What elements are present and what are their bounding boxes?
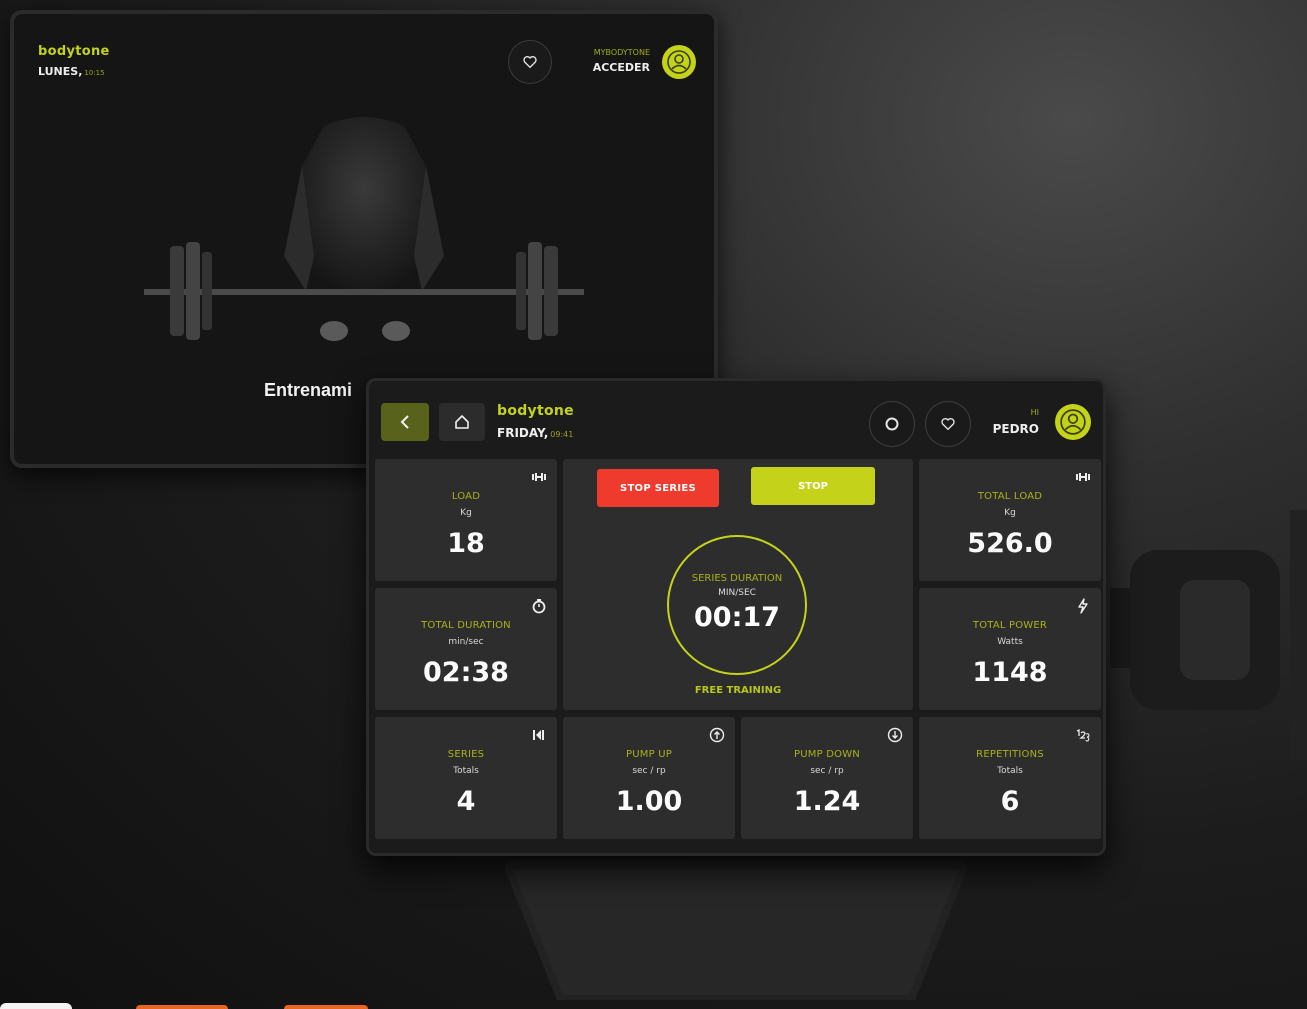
series-label: SERIES (447, 749, 485, 760)
favorite-button[interactable] (925, 401, 971, 447)
chevron-left-icon (400, 415, 409, 429)
front-tablet-screen: bodytone FRIDAY, 09:41 HI PEDRO LOAD Kg … (366, 378, 1106, 856)
home-button[interactable] (439, 403, 485, 441)
weightlifter-image (144, 117, 584, 341)
pump-down-label: PUMP DOWN (794, 749, 860, 760)
pump-up-tile: PUMP UP sec / rp 1.00 (563, 717, 735, 839)
total-load-unit: Kg (1004, 508, 1016, 518)
pump-down-tile: PUMP DOWN sec / rp 1.24 (741, 717, 913, 839)
avatar[interactable] (662, 45, 696, 79)
account-caption: MYBODYTONE (593, 48, 650, 57)
heart-icon (941, 418, 955, 431)
total-duration-value: 02:38 (423, 657, 509, 688)
stop-series-button[interactable]: STOP SERIES (597, 469, 719, 507)
home-icon (455, 415, 469, 429)
dumbbell-icon (532, 473, 546, 481)
stop-button[interactable]: STOP (751, 467, 875, 505)
page-title: Entrenami (264, 380, 353, 400)
greeting: HI (1030, 408, 1039, 417)
repetitions-tile: REPETITIONS Totals 6 (919, 717, 1101, 839)
pump-up-value: 1.00 (615, 786, 683, 817)
series-duration-value: 00:17 (694, 602, 780, 633)
series-duration-unit: MIN/SEC (718, 588, 756, 598)
user-icon (667, 50, 691, 74)
series-tile: SERIES Totals 4 (375, 717, 557, 839)
series-icon (533, 730, 544, 740)
tablet-stand (505, 860, 967, 1000)
count-icon (1076, 728, 1090, 742)
load-unit: Kg (460, 508, 472, 518)
series-duration-ring: SERIES DURATION MIN/SEC 00:17 (667, 535, 807, 675)
pump-down-value: 1.24 (793, 786, 861, 817)
user-name: PEDRO (992, 422, 1039, 436)
pump-up-label: PUMP UP (626, 749, 672, 760)
timer-icon (532, 599, 546, 614)
session-panel: STOP SERIES STOP SERIES DURATION MIN/SEC… (563, 459, 913, 710)
total-load-tile: TOTAL LOAD Kg 526.0 (919, 459, 1101, 581)
record-button[interactable] (869, 401, 915, 447)
repetitions-label: REPETITIONS (976, 749, 1044, 760)
lightning-icon (1078, 598, 1088, 614)
total-load-label: TOTAL LOAD (977, 491, 1043, 502)
record-icon (885, 417, 899, 431)
mount-arm (1110, 510, 1307, 760)
bottom-shape (0, 1003, 72, 1009)
total-duration-unit: min/sec (448, 637, 484, 647)
repetitions-value: 6 (1000, 786, 1020, 817)
repetitions-unit: Totals (997, 766, 1023, 776)
metrics-grid: LOAD Kg 18 STOP SERIES STOP SERIES DURAT… (375, 459, 1103, 841)
brand-logo: bodytone (497, 403, 574, 419)
login-link[interactable]: ACCEDER (593, 61, 650, 74)
arrow-up-circle-icon (709, 727, 725, 743)
brand-logo: bodytone (38, 44, 110, 59)
day-label: FRIDAY, (497, 426, 549, 440)
dumbbell-icon (1076, 473, 1090, 481)
bottom-shape (284, 1005, 368, 1009)
total-duration-tile: TOTAL DURATION min/sec 02:38 (375, 588, 557, 710)
day-label: LUNES, (38, 65, 83, 78)
favorite-button[interactable] (508, 40, 552, 84)
training-mode: FREE TRAINING (694, 685, 782, 696)
heart-icon (523, 56, 537, 69)
total-power-value: 1148 (972, 657, 1048, 688)
time-label: 09:41 (550, 430, 574, 439)
total-load-value: 526.0 (967, 528, 1053, 559)
bottom-shape (136, 1005, 228, 1009)
series-unit: Totals (453, 766, 479, 776)
total-power-tile: TOTAL POWER Watts 1148 (919, 588, 1101, 710)
date-time: FRIDAY, 09:41 (497, 426, 573, 440)
user-icon (1060, 409, 1086, 435)
load-value: 18 (447, 528, 485, 559)
pump-up-unit: sec / rp (632, 766, 666, 776)
load-label: LOAD (451, 491, 481, 502)
total-duration-label: TOTAL DURATION (421, 620, 511, 631)
time-label: 10:15 (84, 69, 105, 77)
series-value: 4 (456, 786, 476, 817)
avatar[interactable] (1055, 404, 1091, 440)
date-time: LUNES, 10:15 (38, 65, 105, 78)
back-button[interactable] (381, 403, 429, 441)
pump-down-unit: sec / rp (810, 766, 844, 776)
arrow-down-circle-icon (887, 727, 903, 743)
series-duration-label: SERIES DURATION (691, 573, 783, 584)
total-power-unit: Watts (997, 637, 1023, 647)
total-power-label: TOTAL POWER (972, 620, 1048, 631)
load-tile: LOAD Kg 18 (375, 459, 557, 581)
